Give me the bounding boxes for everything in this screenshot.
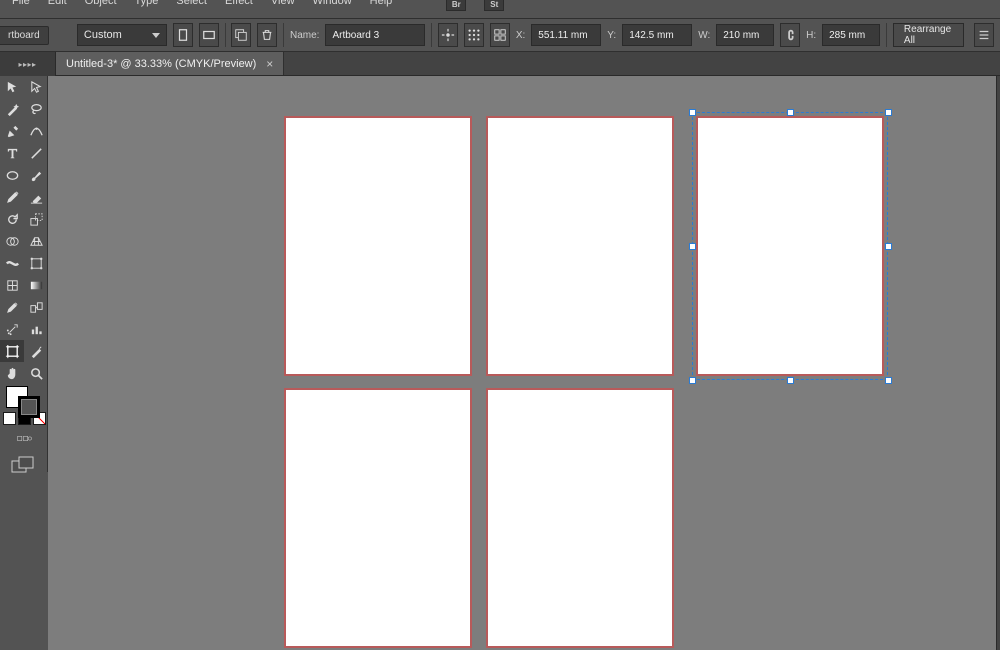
eraser-tool-icon[interactable] — [24, 186, 48, 208]
h-field[interactable]: 285 mm — [822, 24, 880, 46]
menu-effect[interactable]: Effect — [225, 0, 253, 6]
selection-tool-icon[interactable] — [0, 76, 24, 98]
selection-handle[interactable] — [885, 377, 892, 384]
document-tabstrip: Untitled-3* @ 33.33% (CMYK/Preview) × — [0, 52, 1000, 76]
menu-window[interactable]: Window — [313, 0, 352, 6]
toolbox — [0, 76, 48, 472]
close-icon[interactable]: × — [266, 57, 273, 71]
menu-select[interactable]: Select — [176, 0, 207, 6]
line-segment-tool-icon[interactable] — [24, 142, 48, 164]
rotate-tool-icon[interactable] — [0, 208, 24, 230]
magic-wand-tool-icon[interactable] — [0, 98, 24, 120]
width-tool-icon[interactable] — [0, 252, 24, 274]
orientation-landscape-icon[interactable] — [199, 23, 219, 47]
selection-handle[interactable] — [689, 243, 696, 250]
right-panel-sliver — [996, 76, 1000, 650]
stock-badge-icon[interactable]: St — [484, 0, 504, 11]
selection-outline — [692, 112, 888, 380]
mesh-tool-icon[interactable] — [0, 274, 24, 296]
rearrange-all-button[interactable]: Rearrange All — [893, 23, 964, 47]
document-tab-title: Untitled-3* @ 33.33% (CMYK/Preview) — [66, 58, 256, 70]
menu-type[interactable]: Type — [135, 0, 159, 6]
selection-handle[interactable] — [885, 109, 892, 116]
pen-tool-icon[interactable] — [0, 120, 24, 142]
artboard-preset-value: Custom — [84, 29, 122, 41]
separator — [886, 23, 887, 47]
link-wh-icon[interactable] — [780, 23, 800, 47]
fill-stroke-swatch[interactable] — [0, 384, 48, 418]
artboard-tool-chip: rtboard — [0, 26, 49, 45]
selection-handle[interactable] — [689, 377, 696, 384]
y-label: Y: — [607, 30, 616, 41]
artboard[interactable] — [284, 116, 472, 376]
shape-builder-tool-icon[interactable] — [0, 230, 24, 252]
blend-tool-icon[interactable] — [24, 296, 48, 318]
curvature-tool-icon[interactable] — [24, 120, 48, 142]
menu-file[interactable]: File — [12, 0, 30, 6]
symbol-sprayer-tool-icon[interactable] — [0, 318, 24, 340]
menu-help[interactable]: Help — [370, 0, 393, 6]
w-label: W: — [698, 30, 710, 41]
artboard[interactable] — [486, 116, 674, 376]
y-field[interactable]: 142.5 mm — [622, 24, 692, 46]
bridge-badge-icon[interactable]: Br — [446, 0, 466, 11]
new-artboard-icon[interactable] — [231, 23, 251, 47]
ellipse-tool-icon[interactable] — [0, 164, 24, 186]
reference-point-icon[interactable] — [464, 23, 484, 47]
x-label: X: — [516, 30, 525, 41]
selection-handle[interactable] — [885, 243, 892, 250]
direct-selection-tool-icon[interactable] — [24, 76, 48, 98]
orientation-portrait-icon[interactable] — [173, 23, 193, 47]
paintbrush-tool-icon[interactable] — [24, 164, 48, 186]
delete-artboard-icon[interactable] — [257, 23, 277, 47]
menu-view[interactable]: View — [271, 0, 295, 6]
slice-tool-icon[interactable] — [24, 340, 48, 362]
w-field[interactable]: 210 mm — [716, 24, 774, 46]
selection-handle[interactable] — [689, 109, 696, 116]
options-flyout-icon[interactable] — [974, 23, 994, 47]
separator — [283, 23, 284, 47]
chevron-down-icon — [152, 33, 160, 38]
selection-handle[interactable] — [787, 377, 794, 384]
move-artwork-toggle-icon[interactable] — [438, 23, 458, 47]
h-label: H: — [806, 30, 816, 41]
menu-object[interactable]: Object — [85, 0, 117, 6]
zoom-tool-icon[interactable] — [24, 362, 48, 384]
artboard-tool-icon[interactable] — [0, 340, 24, 362]
artboard[interactable] — [284, 388, 472, 648]
selection-handle[interactable] — [787, 109, 794, 116]
artboard-name-field[interactable]: Artboard 3 — [325, 24, 425, 46]
draw-mode-icon[interactable] — [0, 428, 48, 448]
menu-edit[interactable]: Edit — [48, 0, 67, 6]
artboard-preset-dropdown[interactable]: Custom — [77, 24, 167, 46]
perspective-grid-tool-icon[interactable] — [24, 230, 48, 252]
document-preset-dropdown[interactable]: Web — [960, 0, 994, 6]
artboard-options-icon[interactable] — [490, 23, 510, 47]
free-transform-tool-icon[interactable] — [24, 252, 48, 274]
stroke-swatch-icon[interactable] — [18, 396, 40, 418]
separator — [225, 23, 226, 47]
scale-tool-icon[interactable] — [24, 208, 48, 230]
canvas[interactable] — [48, 76, 1000, 650]
lasso-tool-icon[interactable] — [24, 98, 48, 120]
artboard[interactable] — [486, 388, 674, 648]
gradient-tool-icon[interactable] — [24, 274, 48, 296]
hand-tool-icon[interactable] — [0, 362, 24, 384]
document-preset-label: Web — [960, 0, 982, 2]
menu-bar: File Edit Object Type Select Effect View… — [0, 0, 1000, 18]
separator — [431, 23, 432, 47]
toolbox-header: ▸▸▸▸ — [0, 52, 56, 76]
control-bar: rtboard Custom Name: Artboard 3 X: 551.1… — [0, 18, 1000, 52]
x-field[interactable]: 551.11 mm — [531, 24, 601, 46]
column-graph-tool-icon[interactable] — [24, 318, 48, 340]
name-label: Name: — [290, 30, 319, 41]
document-tab[interactable]: Untitled-3* @ 33.33% (CMYK/Preview) × — [56, 52, 284, 75]
pencil-tool-icon[interactable] — [0, 186, 24, 208]
screen-mode-icon[interactable] — [0, 450, 48, 484]
type-tool-icon[interactable] — [0, 142, 24, 164]
eyedropper-tool-icon[interactable] — [0, 296, 24, 318]
